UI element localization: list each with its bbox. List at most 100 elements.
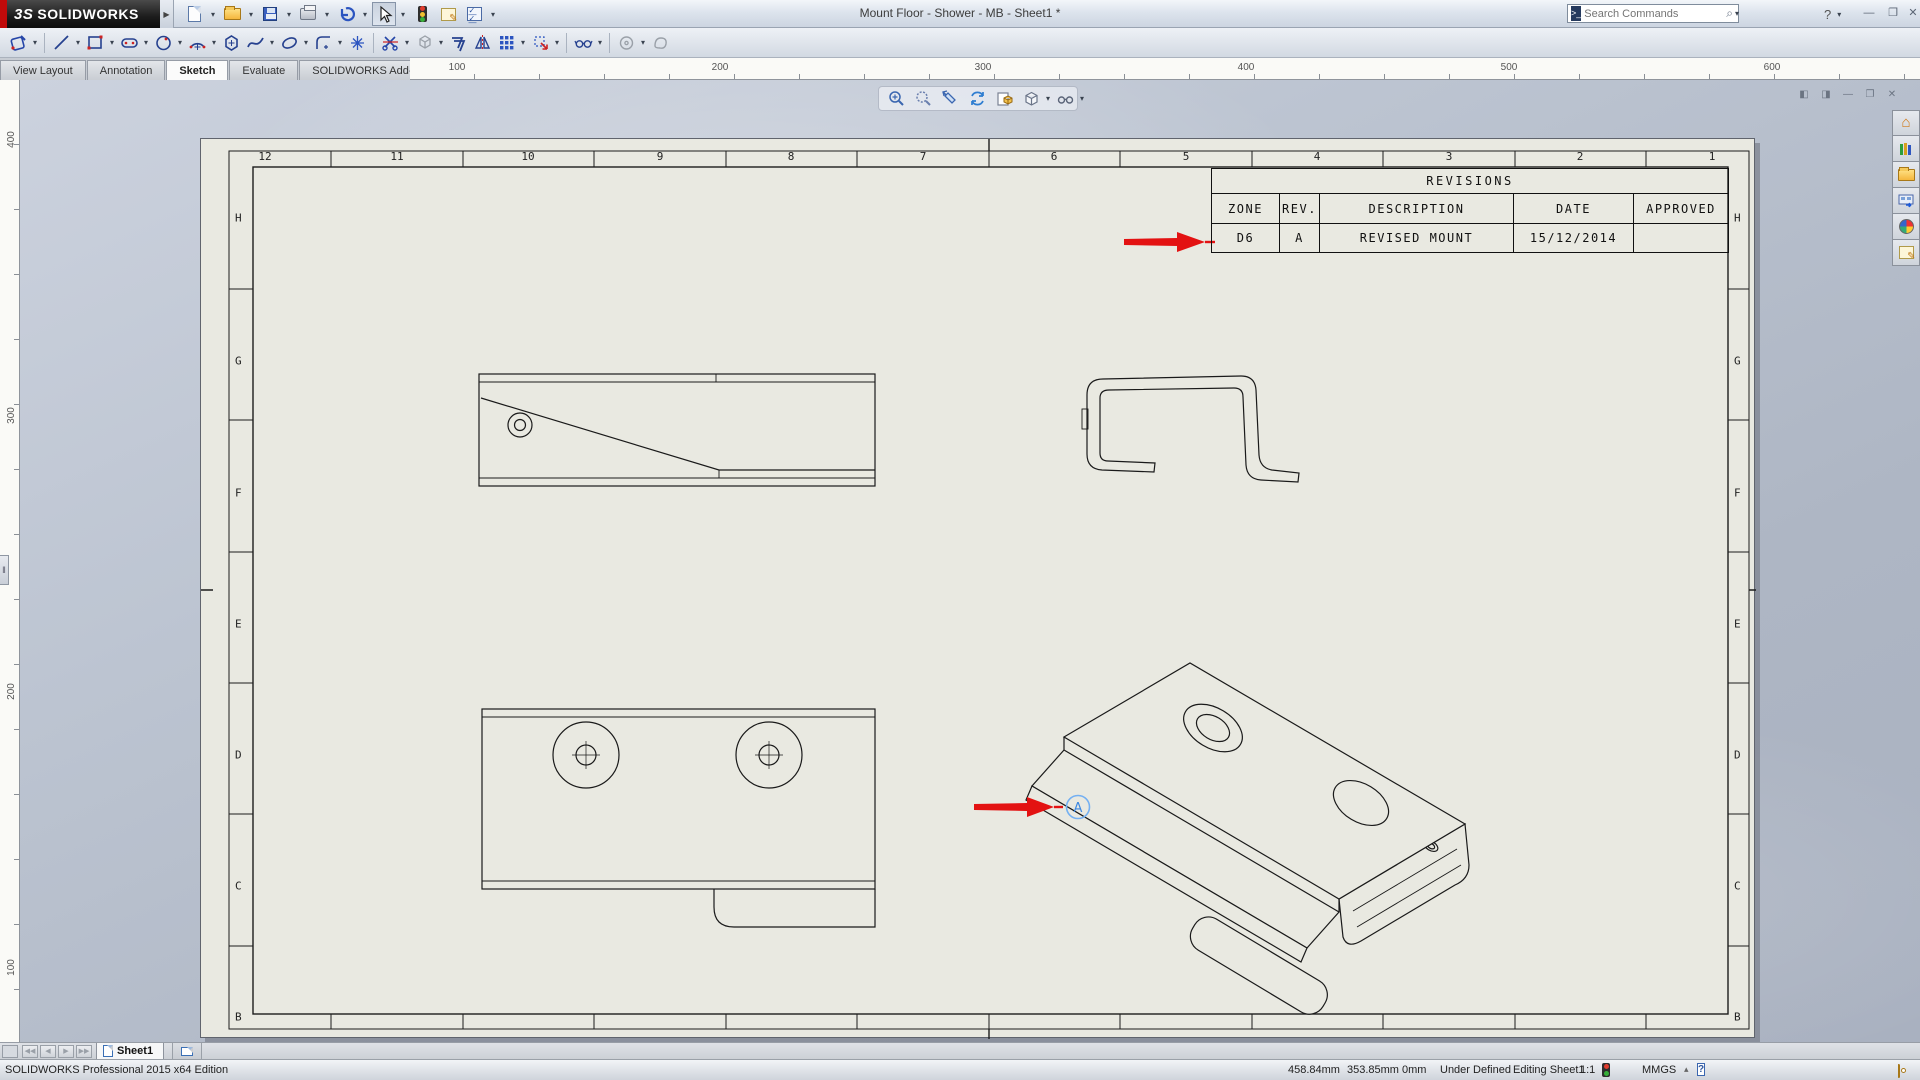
search-commands-input[interactable] [1584,8,1726,20]
trim-entities-button[interactable] [378,30,402,56]
minimize-button[interactable]: — [1858,6,1880,22]
search-dropdown-caret-icon[interactable]: ▾ [1735,9,1739,18]
pane-splitter-handle[interactable]: ‖ [0,555,9,585]
tab-sketch[interactable]: Sketch [166,60,228,80]
status-unit-system[interactable]: MMGS [1642,1064,1676,1076]
circle-caret-icon[interactable]: ▾ [175,38,185,47]
menu-expand-arrow-icon[interactable]: ▶ [160,0,174,28]
solidworks-resources-button[interactable]: ⌂ [1892,110,1920,136]
linear-sketch-pattern-button[interactable] [494,30,518,56]
instant2d-caret-icon[interactable]: ▾ [638,38,648,47]
side-view[interactable] [1082,376,1299,482]
corner-rectangle-button[interactable] [83,30,107,56]
zoom-to-fit-button[interactable] [884,88,908,110]
straight-slot-button[interactable] [117,30,141,56]
first-sheet-button[interactable]: ◀◀ [22,1045,38,1058]
sketch-caret-icon[interactable]: ▾ [30,38,40,47]
display-delete-relations-button[interactable] [571,30,595,56]
open-dropdown-caret-icon[interactable]: ▾ [246,10,256,19]
search-magnifier-icon[interactable]: ⌕ [1726,6,1733,21]
show-left-pane-icon[interactable]: ◧ [1796,88,1812,102]
status-tag-icon[interactable] [1898,1065,1900,1077]
undo-dropdown-caret-icon[interactable]: ▾ [360,10,370,19]
line-caret-icon[interactable]: ▾ [73,38,83,47]
front-view[interactable] [479,374,875,486]
trim-caret-icon[interactable]: ▾ [402,38,412,47]
view-palette-button[interactable] [1892,188,1920,214]
display-style-button[interactable] [1019,88,1043,110]
move-caret-icon[interactable]: ▾ [552,38,562,47]
top-view[interactable] [482,709,875,927]
add-sheet-button[interactable] [172,1043,202,1060]
units-popup-caret-icon[interactable]: ▴ [1684,1064,1689,1075]
rectangle-caret-icon[interactable]: ▾ [107,38,117,47]
appearances-scenes-button[interactable] [1892,214,1920,240]
new-document-button[interactable] [182,2,206,26]
sketch-fillet-button[interactable] [311,30,335,56]
isometric-view[interactable] [1026,663,1469,1020]
graphics-area[interactable]: 400 300 200 100 ‖ ▾ ▾ ◧ ◨ — ❐ ✕ ⌂ [0,80,1920,1042]
convert-entities-button[interactable] [412,30,436,56]
relations-caret-icon[interactable]: ▾ [595,38,605,47]
file-properties-button[interactable] [436,2,460,26]
tab-view-layout[interactable]: View Layout [0,60,86,80]
restore-button[interactable]: ❐ [1882,6,1904,22]
last-sheet-button[interactable]: ▶▶ [76,1045,92,1058]
save-dropdown-caret-icon[interactable]: ▾ [284,10,294,19]
previous-view-button[interactable] [938,88,962,110]
custom-properties-button[interactable] [1892,240,1920,266]
arc-caret-icon[interactable]: ▾ [209,38,219,47]
options-dropdown-caret-icon[interactable]: ▾ [488,10,498,19]
show-right-pane-icon[interactable]: ◨ [1818,88,1834,102]
pattern-caret-icon[interactable]: ▾ [518,38,528,47]
previous-sheet-button[interactable]: ◀ [40,1045,56,1058]
search-commands-box[interactable]: >_ ⌕ ▾ [1567,4,1739,23]
select-tool-button[interactable] [372,2,396,26]
sheet-tab-splitter[interactable] [2,1045,18,1058]
instant2d-button[interactable] [614,30,638,56]
polygon-tool-button[interactable] [219,30,243,56]
tab-annotation[interactable]: Annotation [87,60,166,80]
three-point-arc-button[interactable] [185,30,209,56]
convert-caret-icon[interactable]: ▾ [436,38,446,47]
mirror-entities-button[interactable] [470,30,494,56]
sheet1-tab[interactable]: Sheet1 [96,1043,164,1060]
ellipse-tool-button[interactable] [277,30,301,56]
offset-entities-button[interactable] [446,30,470,56]
line-tool-button[interactable] [49,30,73,56]
point-tool-button[interactable] [345,30,369,56]
sketch-button[interactable] [6,30,30,56]
revisions-table[interactable]: REVISIONS ZONE REV. DESCRIPTION DATE APP… [1211,168,1729,253]
spline-caret-icon[interactable]: ▾ [267,38,277,47]
design-library-button[interactable] [1892,136,1920,162]
tab-evaluate[interactable]: Evaluate [229,60,298,80]
doc-close-icon[interactable]: ✕ [1884,88,1900,102]
hide-show-caret-icon[interactable]: ▾ [1080,94,1084,103]
new-dropdown-caret-icon[interactable]: ▾ [208,10,218,19]
print-button[interactable] [296,2,320,26]
close-button[interactable]: ✕ [1902,6,1920,22]
print-dropdown-caret-icon[interactable]: ▾ [322,10,332,19]
display-style-caret-icon[interactable]: ▾ [1046,94,1050,103]
help-button[interactable]: ? ▾ [1824,5,1854,23]
rotate-view-button[interactable] [965,88,989,110]
rebuild-button[interactable] [410,2,434,26]
3d-drawing-view-button[interactable] [992,88,1016,110]
zoom-to-area-button[interactable] [911,88,935,110]
shaded-sketch-contours-button[interactable] [648,30,672,56]
doc-restore-icon[interactable]: ❐ [1862,88,1878,102]
hide-show-items-button[interactable] [1053,88,1077,110]
next-sheet-button[interactable]: ▶ [58,1045,74,1058]
options-button[interactable]: ✓ —✓ — [462,2,486,26]
save-button[interactable] [258,2,282,26]
doc-minimize-icon[interactable]: — [1840,88,1856,102]
search-scope-icon[interactable]: >_ [1571,6,1581,21]
status-help-button[interactable]: ? [1697,1063,1705,1076]
move-entities-button[interactable] [528,30,552,56]
spline-tool-button[interactable] [243,30,267,56]
file-explorer-button[interactable] [1892,162,1920,188]
select-dropdown-caret-icon[interactable]: ▾ [398,10,408,19]
undo-button[interactable] [334,2,358,26]
slot-caret-icon[interactable]: ▾ [141,38,151,47]
drawing-sheet[interactable]: A 12 11 10 9 8 7 6 5 4 3 2 1 H G F E D C… [200,138,1755,1038]
